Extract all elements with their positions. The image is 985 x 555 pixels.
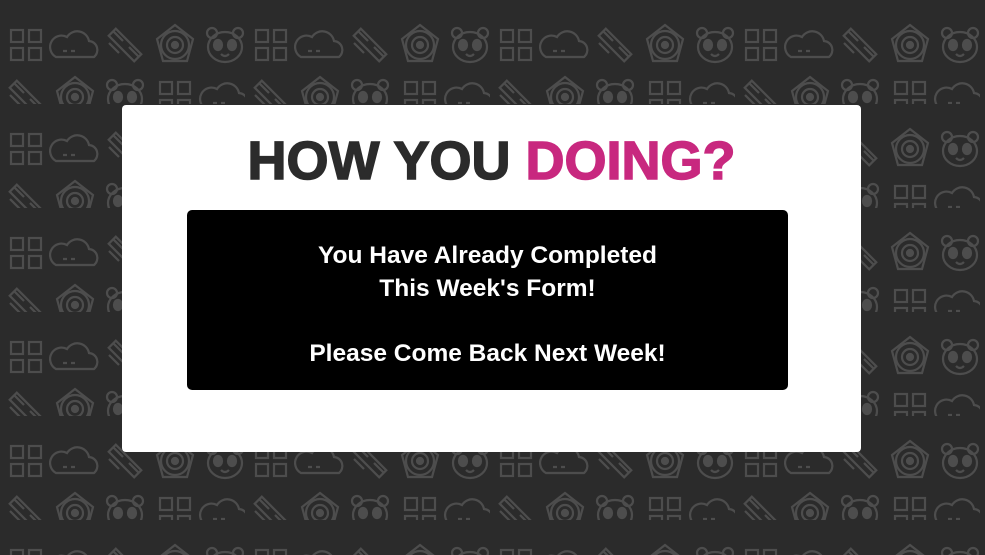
page-title: HOW YOU DOING? [122, 130, 861, 192]
message-spacer [187, 305, 788, 337]
title-part-doing: DOING? [525, 130, 737, 192]
completion-message-box: You Have Already Completed This Week's F… [187, 210, 788, 390]
title-part-how-you: HOW YOU [247, 130, 512, 192]
form-card: HOW YOU DOING? You Have Already Complete… [122, 105, 861, 452]
message-line-3: Please Come Back Next Week! [309, 340, 666, 367]
message-line-1: You Have Already Completed [317, 242, 657, 269]
message-line-2: This Week's Form! [379, 275, 596, 302]
